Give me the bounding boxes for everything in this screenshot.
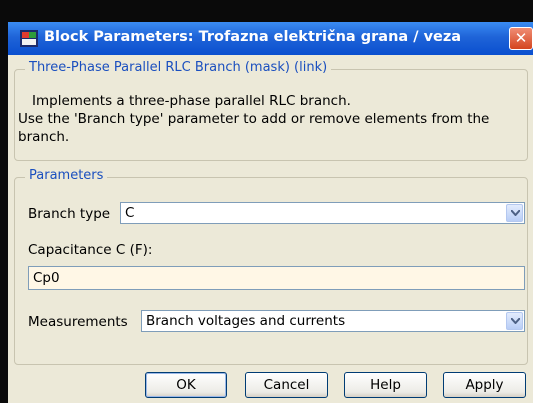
branch-type-value: C <box>125 205 135 221</box>
window-title: Block Parameters: Trofazna električna gr… <box>44 29 462 45</box>
chevron-down-icon[interactable] <box>506 312 523 330</box>
ok-button[interactable]: OK <box>145 372 227 398</box>
capacitance-value: Cp0 <box>33 270 60 286</box>
close-button[interactable]: ✕ <box>509 27 533 50</box>
measurements-label: Measurements <box>28 314 128 330</box>
branch-type-select[interactable]: C <box>120 202 525 224</box>
branch-type-label: Branch type <box>28 206 111 222</box>
cancel-button[interactable]: Cancel <box>245 372 328 398</box>
measurements-select[interactable]: Branch voltages and currents <box>141 310 525 332</box>
description-line-3: branch. <box>18 129 70 145</box>
help-button[interactable]: Help <box>344 372 427 398</box>
parameters-group-title: Parameters <box>25 168 108 183</box>
apply-button[interactable]: Apply <box>443 372 526 398</box>
description-group-title: Three-Phase Parallel RLC Branch (mask) (… <box>25 60 332 75</box>
description-line-2: Use the 'Branch type' parameter to add o… <box>18 111 490 127</box>
window-titlebar[interactable]: Block Parameters: Trofazna električna gr… <box>8 22 533 55</box>
dialog-body: Three-Phase Parallel RLC Branch (mask) (… <box>8 55 533 403</box>
measurements-value: Branch voltages and currents <box>146 313 346 329</box>
capacitance-input[interactable]: Cp0 <box>28 266 525 290</box>
chevron-down-icon[interactable] <box>506 204 523 222</box>
capacitance-label: Capacitance C (F): <box>28 242 153 258</box>
description-line-1: Implements a three-phase parallel RLC br… <box>32 93 351 109</box>
simulink-block-icon <box>20 30 38 47</box>
